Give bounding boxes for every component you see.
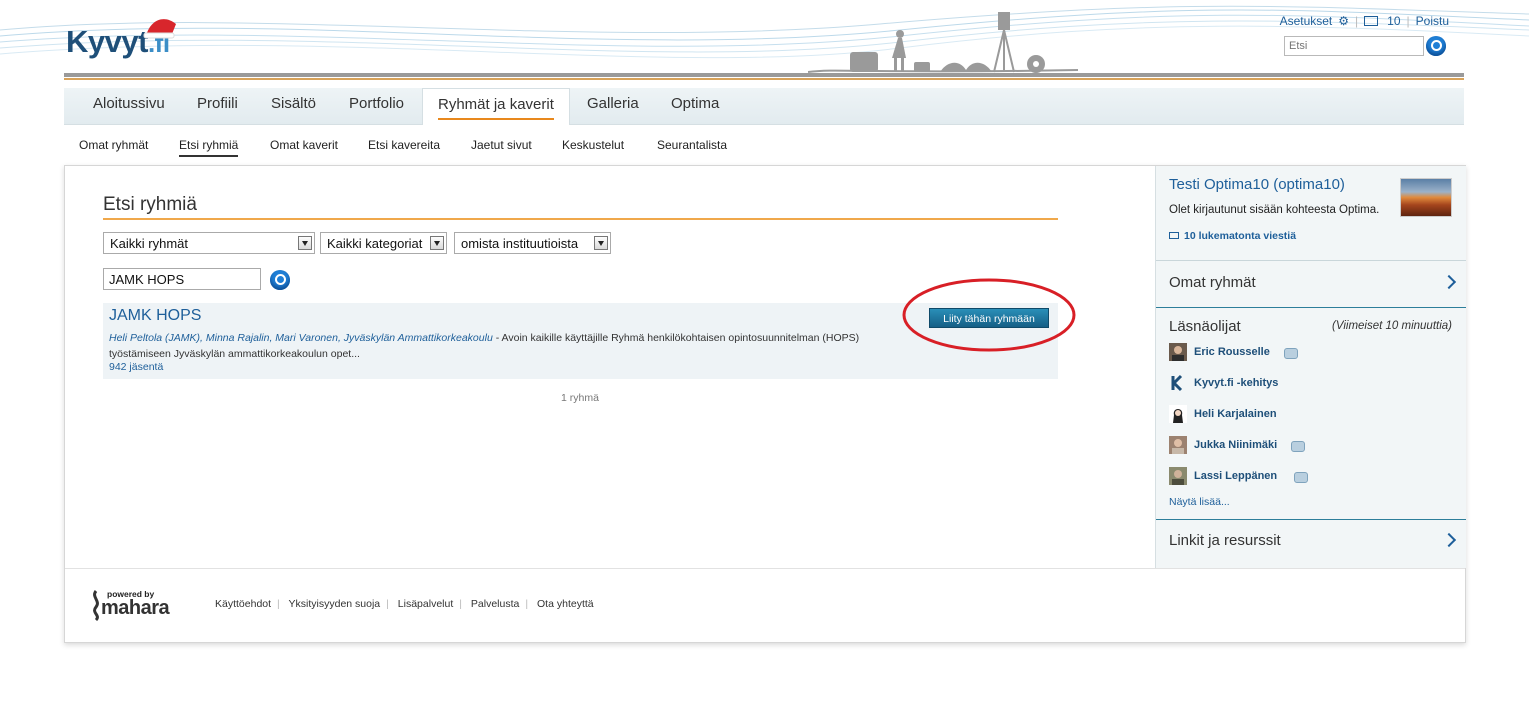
links-block[interactable]: Linkit ja resurssit (1156, 520, 1466, 567)
subnav-etsi-kavereita[interactable]: Etsi kavereita (368, 138, 440, 152)
user-avatar[interactable] (1400, 178, 1452, 217)
gear-icon[interactable]: ⚙ (1338, 14, 1349, 28)
chat-bubble-icon[interactable] (1284, 348, 1298, 359)
user-avatar (1169, 343, 1187, 361)
separator: | (1355, 14, 1359, 28)
institution-select[interactable]: omista instituutioista (454, 232, 611, 254)
chevron-right-icon[interactable] (1441, 532, 1457, 548)
chat-bubble-icon[interactable] (1291, 441, 1305, 452)
group-search-input[interactable]: JAMK HOPS (103, 268, 261, 290)
user-avatar (1169, 467, 1187, 485)
tab-profiili[interactable]: Profiili (182, 88, 253, 124)
tab-portfolio[interactable]: Portfolio (334, 88, 419, 124)
footer-links: Käyttöehdot | Yksityisyyden suoja | Lisäpa… (215, 598, 594, 610)
mahara-logo[interactable]: mahara (101, 597, 170, 620)
main-content: Etsi ryhmiä Kaikki ryhmät Kaikki kategor… (65, 166, 1155, 568)
select-value: omista instituutioista (461, 236, 579, 251)
online-user-name[interactable]: Eric Rousselle (1194, 343, 1270, 361)
online-user-name[interactable]: Kyvyt.fi -kehitys (1194, 374, 1278, 392)
chevron-down-icon (430, 236, 444, 250)
page-title: Etsi ryhmiä (103, 194, 197, 215)
hobby-silhouettes-icon (808, 12, 1078, 73)
main-navigation: Aloitussivu Profiili Sisältö Portfolio R… (64, 88, 1464, 125)
mail-icon (1169, 232, 1179, 239)
tab-ryhmat-ja-kaverit[interactable]: Ryhmät ja kaverit (422, 88, 570, 125)
my-groups-block[interactable]: Omat ryhmät (1156, 261, 1466, 308)
group-members-link[interactable]: 942 jäsentä (109, 361, 163, 373)
logo-text: Kyvyt (66, 24, 148, 59)
group-type-select[interactable]: Kaikki ryhmät (103, 232, 315, 254)
user-name-link[interactable]: Testi Optima10 (optima10) (1169, 176, 1345, 193)
chat-bubble-icon[interactable] (1294, 472, 1308, 483)
footer-link-privacy[interactable]: Yksityisyyden suoja (289, 598, 381, 610)
logged-in-message: Olet kirjautunut sisään kohteesta Optima… (1169, 204, 1380, 216)
header-accent-rule (64, 78, 1464, 80)
links-heading[interactable]: Linkit ja resurssit (1169, 532, 1281, 549)
tab-sisalto[interactable]: Sisältö (256, 88, 331, 124)
online-user-name[interactable]: Heli Karjalainen (1194, 405, 1277, 423)
select-value: Kaikki ryhmät (110, 236, 189, 251)
user-profile-block: Testi Optima10 (optima10) Olet kirjautun… (1156, 166, 1466, 261)
header-rule (64, 73, 1464, 77)
site-search-input[interactable] (1284, 36, 1424, 56)
chevron-down-icon (594, 236, 608, 250)
separator: | (459, 598, 462, 610)
tab-aloitussivu[interactable]: Aloitussivu (78, 88, 180, 124)
group-search-button[interactable] (270, 270, 290, 290)
santa-hat-icon (143, 19, 176, 39)
top-links: Asetukset ⚙ | 10 | Poistu (1280, 14, 1449, 28)
user-avatar (1169, 405, 1187, 423)
settings-link[interactable]: Asetukset (1280, 14, 1333, 28)
title-rule (103, 218, 1058, 220)
tab-label: Ryhmät ja kaverit (438, 96, 554, 120)
online-users-hint: (Viimeiset 10 minuuttia) (1332, 320, 1452, 332)
subnav-seurantalista[interactable]: Seurantalista (657, 138, 727, 152)
group-admins[interactable]: Heli Peltola (JAMK), Minna Rajalin, Mari… (109, 332, 493, 344)
kyvyt-logo-icon (1171, 374, 1183, 392)
footer-link-terms[interactable]: Käyttöehdot (215, 598, 271, 610)
footer-link-services[interactable]: Lisäpalvelut (398, 598, 453, 610)
footer: powered by mahara Käyttöehdot | Yksityisy… (65, 568, 1465, 643)
chevron-right-icon[interactable] (1441, 274, 1457, 290)
site-header: Kyvyt.fi Asetukset ⚙ | 10 | Poistu (0, 0, 1529, 90)
online-users-heading: Läsnäolijat (1169, 318, 1241, 335)
separator: | (386, 598, 389, 610)
result-count: 1 ryhmä (561, 392, 599, 404)
site-search-button[interactable] (1426, 36, 1446, 56)
separator: | (1406, 14, 1410, 28)
highlight-circle (902, 278, 1076, 352)
subnav-omat-ryhmat[interactable]: Omat ryhmät (79, 138, 148, 152)
subnav-jaetut-sivut[interactable]: Jaetut sivut (471, 138, 532, 152)
online-user-name[interactable]: Lassi Leppänen (1194, 467, 1277, 485)
select-value: Kaikki kategoriat (327, 236, 423, 251)
mail-icon[interactable] (1364, 16, 1379, 26)
online-user-name[interactable]: Jukka Niinimäki (1194, 436, 1277, 454)
group-title-link[interactable]: JAMK HOPS (109, 307, 201, 325)
chevron-down-icon (298, 236, 312, 250)
unread-text: 10 lukematonta viestiä (1184, 230, 1297, 242)
subnav-etsi-ryhmia[interactable]: Etsi ryhmiä (179, 138, 239, 157)
logout-link[interactable]: Poistu (1416, 14, 1449, 28)
tab-optima[interactable]: Optima (656, 88, 734, 124)
subnav-keskustelut[interactable]: Keskustelut (562, 138, 624, 152)
user-avatar (1169, 436, 1187, 454)
show-more-link[interactable]: Näytä lisää... (1169, 496, 1230, 508)
unread-messages-link[interactable]: 10 lukematonta viestiä (1169, 230, 1296, 242)
subnav-omat-kaverit[interactable]: Omat kaverit (270, 138, 338, 152)
tab-galleria[interactable]: Galleria (572, 88, 654, 124)
my-groups-heading[interactable]: Omat ryhmät (1169, 274, 1256, 291)
group-description: Heli Peltola (JAMK), Minna Rajalin, Mari… (109, 330, 869, 362)
sidebar: Testi Optima10 (optima10) Olet kirjautun… (1155, 166, 1466, 568)
category-select[interactable]: Kaikki kategoriat (320, 232, 447, 254)
inbox-count[interactable]: 10 (1387, 14, 1400, 28)
content-frame: Etsi ryhmiä Kaikki ryhmät Kaikki kategor… (64, 165, 1466, 643)
footer-link-contact[interactable]: Ota yhteyttä (537, 598, 594, 610)
footer-link-about[interactable]: Palvelusta (471, 598, 519, 610)
separator: | (277, 598, 280, 610)
separator: | (525, 598, 529, 610)
